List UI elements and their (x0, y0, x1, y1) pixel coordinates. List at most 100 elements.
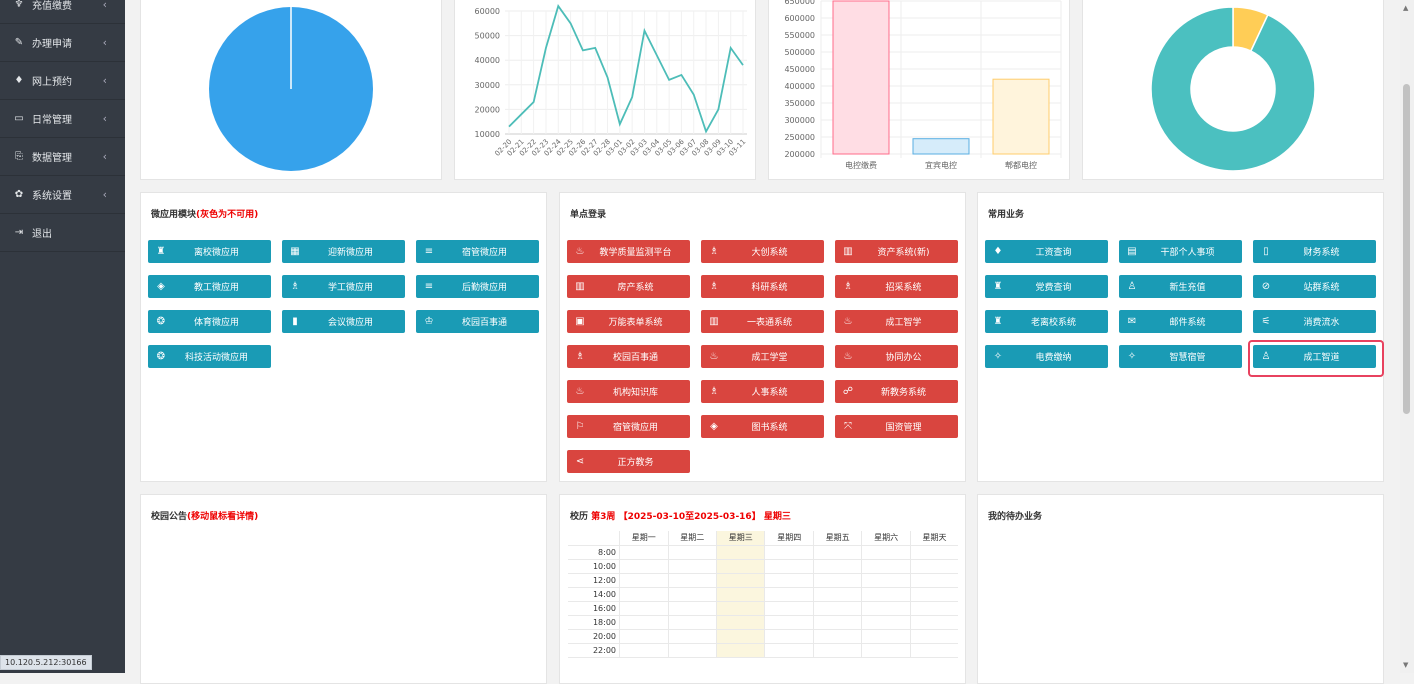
common-button-3[interactable]: ♜ 党费查询 (985, 275, 1108, 298)
sso-button-9[interactable]: ♗ 校园百事通 (567, 345, 690, 368)
sso-button-5[interactable]: ♗ 招采系统 (835, 275, 958, 298)
calendar-cell[interactable] (619, 545, 668, 560)
scroll-up-arrow[interactable]: ▲ (1403, 4, 1408, 12)
micro_apps-button-4[interactable]: ♗ 学工微应用 (282, 275, 405, 298)
calendar-cell[interactable] (715, 587, 765, 602)
sidebar-item-0[interactable]: ♆ 充值缴费 ‹ (0, 0, 125, 24)
calendar-cell[interactable] (619, 573, 668, 588)
sso-button-15[interactable]: ⚐ 宿管微应用 (567, 415, 690, 438)
sidebar-item-3[interactable]: ▭ 日常管理 ‹ (0, 100, 125, 138)
sso-button-8[interactable]: ♨ 成工智学 (835, 310, 958, 333)
calendar-cell[interactable] (619, 643, 668, 658)
calendar-cell[interactable] (764, 643, 814, 658)
calendar-cell[interactable] (667, 601, 717, 616)
calendar-cell[interactable] (812, 587, 862, 602)
micro_apps-button-8[interactable]: ♔ 校园百事通 (416, 310, 539, 333)
calendar-cell[interactable] (861, 573, 911, 588)
calendar-cell[interactable] (909, 629, 958, 644)
calendar-cell[interactable] (812, 615, 862, 630)
sso-button-13[interactable]: ♗ 人事系统 (701, 380, 824, 403)
calendar-cell[interactable] (812, 545, 862, 560)
calendar-cell[interactable] (812, 601, 862, 616)
common-button-5[interactable]: ⊘ 站群系统 (1253, 275, 1376, 298)
calendar-cell[interactable] (861, 601, 911, 616)
sso-button-10[interactable]: ♨ 成工学堂 (701, 345, 824, 368)
common-button-7[interactable]: ✉ 邮件系统 (1119, 310, 1242, 333)
sso-button-17[interactable]: ⤧ 国资管理 (835, 415, 958, 438)
calendar-cell[interactable] (861, 545, 911, 560)
scroll-down-arrow[interactable]: ▼ (1403, 661, 1408, 669)
sso-button-0[interactable]: ♨ 教学质量监测平台 (567, 240, 690, 263)
sso-button-18[interactable]: ⋖ 正方教务 (567, 450, 690, 473)
sso-button-12[interactable]: ♨ 机构知识库 (567, 380, 690, 403)
calendar-cell[interactable] (909, 587, 958, 602)
calendar-cell[interactable] (764, 559, 814, 574)
calendar-cell[interactable] (619, 559, 668, 574)
calendar-cell[interactable] (812, 643, 862, 658)
micro_apps-button-6[interactable]: ❂ 体育微应用 (148, 310, 271, 333)
calendar-cell[interactable] (861, 559, 911, 574)
common-button-0[interactable]: ♦ 工资查询 (985, 240, 1108, 263)
calendar-cell[interactable] (861, 615, 911, 630)
sso-button-7[interactable]: ▥ 一表通系统 (701, 310, 824, 333)
sso-button-2[interactable]: ▥ 资产系统(新) (835, 240, 958, 263)
calendar-cell[interactable] (715, 601, 765, 616)
calendar-cell[interactable] (715, 643, 765, 658)
common-button-2[interactable]: ▯ 财务系统 (1253, 240, 1376, 263)
calendar-cell[interactable] (909, 545, 958, 560)
calendar-cell[interactable] (667, 615, 717, 630)
micro_apps-button-9[interactable]: ❂ 科技活动微应用 (148, 345, 271, 368)
calendar-cell[interactable] (619, 629, 668, 644)
micro_apps-button-0[interactable]: ♜ 离校微应用 (148, 240, 271, 263)
sidebar-item-4[interactable]: ⎘ 数据管理 ‹ (0, 138, 125, 176)
calendar-cell[interactable] (667, 559, 717, 574)
common-button-8[interactable]: ⚟ 消费流水 (1253, 310, 1376, 333)
calendar-cell[interactable] (667, 643, 717, 658)
sidebar-item-2[interactable]: ♦ 网上预约 ‹ (0, 62, 125, 100)
calendar-cell[interactable] (764, 629, 814, 644)
calendar-cell[interactable] (861, 629, 911, 644)
micro_apps-button-2[interactable]: ≡ 宿管微应用 (416, 240, 539, 263)
sso-button-3[interactable]: ▥ 房产系统 (567, 275, 690, 298)
sidebar-item-5[interactable]: ✿ 系统设置 ‹ (0, 176, 125, 214)
calendar-cell[interactable] (667, 573, 717, 588)
common-button-9[interactable]: ✧ 电费缴纳 (985, 345, 1108, 368)
calendar-cell[interactable] (715, 573, 765, 588)
calendar-cell[interactable] (715, 559, 765, 574)
calendar-cell[interactable] (764, 587, 814, 602)
calendar-cell[interactable] (812, 559, 862, 574)
calendar-cell[interactable] (909, 601, 958, 616)
calendar-cell[interactable] (812, 573, 862, 588)
common-button-1[interactable]: ▤ 干部个人事项 (1119, 240, 1242, 263)
micro_apps-button-1[interactable]: ▦ 迎新微应用 (282, 240, 405, 263)
scrollbar-thumb[interactable] (1403, 84, 1410, 414)
calendar-cell[interactable] (909, 573, 958, 588)
sso-button-11[interactable]: ♨ 协同办公 (835, 345, 958, 368)
sso-button-4[interactable]: ♗ 科研系统 (701, 275, 824, 298)
sidebar-item-1[interactable]: ✎ 办理申请 ‹ (0, 24, 125, 62)
calendar-cell[interactable] (715, 545, 765, 560)
calendar-cell[interactable] (619, 615, 668, 630)
calendar-cell[interactable] (909, 643, 958, 658)
calendar-cell[interactable] (667, 629, 717, 644)
calendar-cell[interactable] (667, 545, 717, 560)
scrollbar[interactable]: ▲ ▼ (1400, 0, 1414, 673)
calendar-cell[interactable] (861, 587, 911, 602)
micro_apps-button-3[interactable]: ◈ 教工微应用 (148, 275, 271, 298)
common-button-10[interactable]: ✧ 智慧宿管 (1119, 345, 1242, 368)
calendar-cell[interactable] (619, 587, 668, 602)
common-button-4[interactable]: ♙ 新生充值 (1119, 275, 1242, 298)
micro_apps-button-5[interactable]: ≡ 后勤微应用 (416, 275, 539, 298)
common-button-6[interactable]: ♜ 老离校系统 (985, 310, 1108, 333)
calendar-cell[interactable] (909, 559, 958, 574)
calendar-cell[interactable] (667, 587, 717, 602)
calendar-cell[interactable] (619, 601, 668, 616)
calendar-cell[interactable] (764, 545, 814, 560)
sidebar-item-6[interactable]: ⇥ 退出 (0, 214, 125, 252)
calendar-cell[interactable] (764, 573, 814, 588)
calendar-cell[interactable] (715, 629, 765, 644)
calendar-cell[interactable] (764, 601, 814, 616)
calendar-cell[interactable] (715, 615, 765, 630)
calendar-cell[interactable] (861, 643, 911, 658)
calendar-cell[interactable] (812, 629, 862, 644)
